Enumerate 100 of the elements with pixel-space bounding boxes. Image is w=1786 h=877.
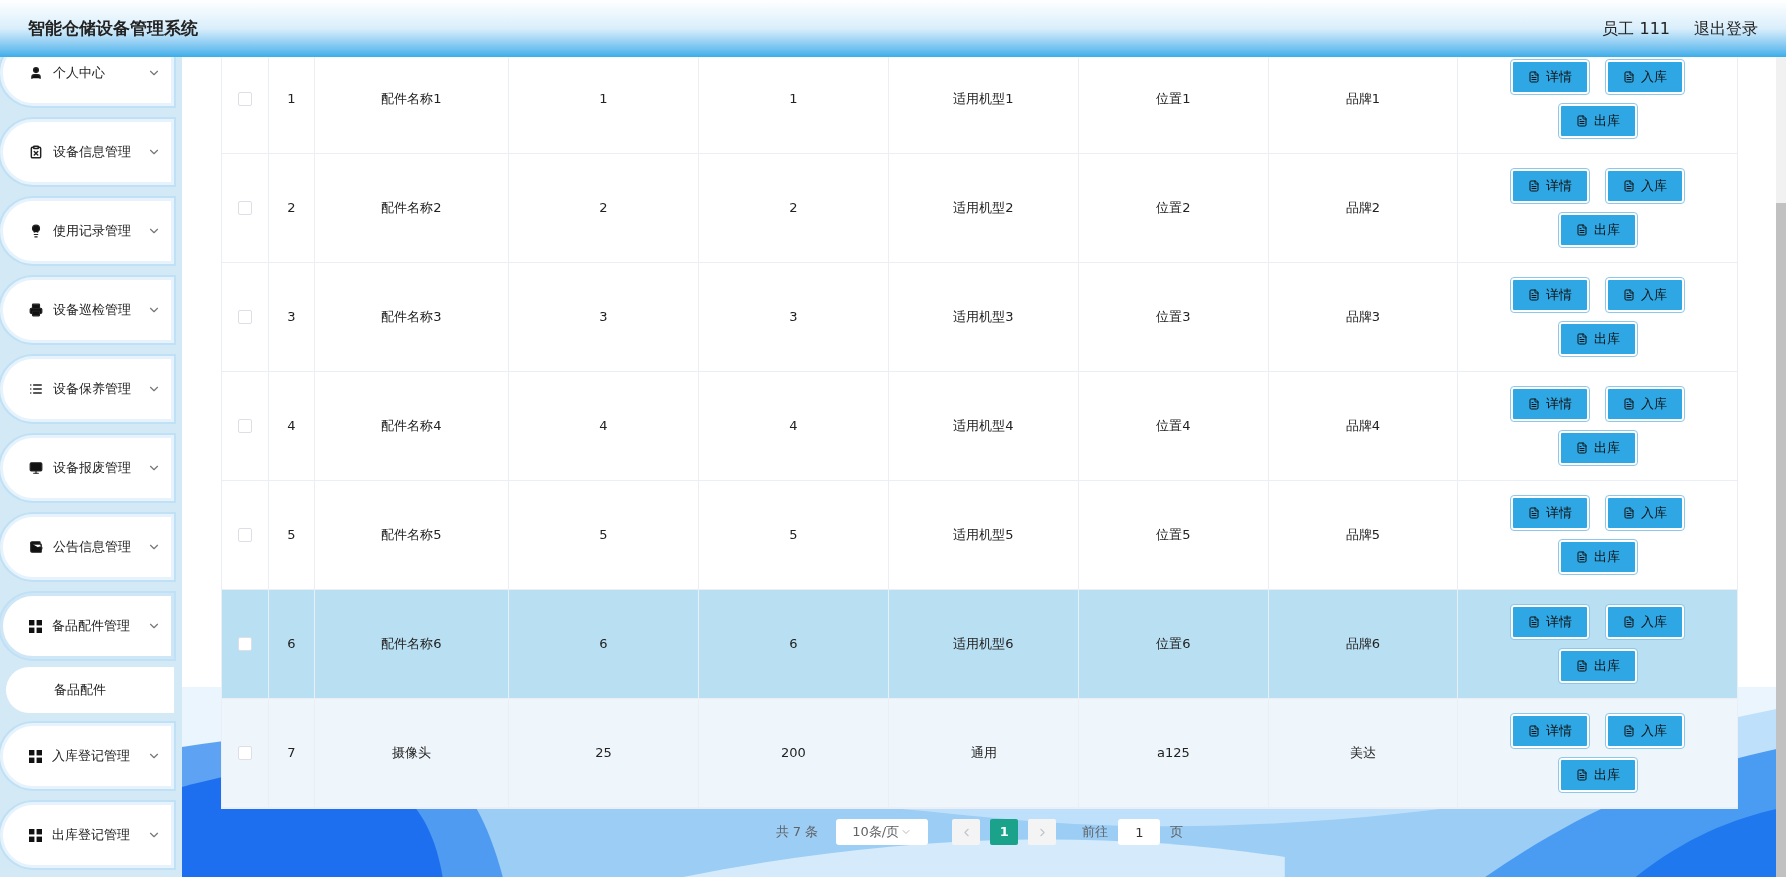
document-icon <box>1575 769 1588 781</box>
row-checkbox[interactable] <box>238 310 252 324</box>
menu-item[interactable]: 入库登记管理 <box>0 723 174 789</box>
action-button[interactable]: 详情 <box>1511 60 1589 94</box>
document-icon <box>1575 660 1588 672</box>
action-button[interactable]: 详情 <box>1511 605 1589 639</box>
document-icon <box>1575 224 1588 236</box>
document-icon <box>1623 289 1635 301</box>
table-cell-text: 品牌4 <box>1345 417 1381 436</box>
table-cell-text: 5 <box>599 526 608 545</box>
menu-item[interactable]: 设备报废管理 <box>0 435 174 501</box>
user-name: 员工 111 <box>1602 17 1670 40</box>
action-button[interactable]: 详情 <box>1511 387 1589 421</box>
row-checkbox[interactable] <box>238 92 252 106</box>
menu-item[interactable]: 设备保养管理 <box>0 356 174 422</box>
action-button[interactable]: 入库 <box>1606 387 1684 421</box>
menu-item[interactable]: 公告信息管理 <box>0 514 174 580</box>
row-checkbox[interactable] <box>238 528 252 542</box>
action-button[interactable]: 详情 <box>1511 278 1589 312</box>
table-cell-text: 3 <box>287 308 296 327</box>
action-button[interactable]: 入库 <box>1606 496 1684 530</box>
row-checkbox[interactable] <box>238 637 252 651</box>
row-checkbox[interactable] <box>238 419 252 433</box>
table-row[interactable]: 7 摄像头 25 200 通用 a125 美达 详情 入库 出库 <box>222 699 1737 808</box>
submenu-item[interactable]: 备品配件 <box>6 667 174 713</box>
menu-item[interactable]: 设备巡检管理 <box>0 277 174 343</box>
action-button[interactable]: 出库 <box>1558 213 1637 247</box>
goto-page-field[interactable]: 1 <box>1118 819 1161 845</box>
document-icon <box>1623 725 1635 737</box>
table-cell-text: 摄像头 <box>392 744 431 763</box>
row-checkbox[interactable] <box>238 201 252 215</box>
table-cell-text: 4 <box>789 417 798 436</box>
document-icon <box>1623 616 1635 628</box>
action-button[interactable]: 出库 <box>1558 431 1637 465</box>
person-icon <box>29 66 43 80</box>
table-cell-text: 2 <box>287 199 296 218</box>
table-cell-text: 3 <box>599 308 608 327</box>
table-row[interactable]: 5 配件名称5 5 5 适用机型5 位置5 品牌5 详情 入库 出库 <box>222 481 1737 590</box>
menu-item[interactable]: 设备信息管理 <box>0 119 174 185</box>
logout-link[interactable]: 退出登录 <box>1694 16 1758 41</box>
goto-suffix: 页 <box>1170 823 1184 842</box>
table-cell-text: 配件名称1 <box>381 90 442 109</box>
table-row[interactable]: 4 配件名称4 4 4 适用机型4 位置4 品牌4 详情 入库 出库 <box>222 372 1737 481</box>
scrollbar-thumb[interactable] <box>1776 203 1786 877</box>
table-cell-text: 2 <box>789 199 798 218</box>
wallet-icon <box>29 540 43 554</box>
table-row[interactable]: 2 配件名称2 2 2 适用机型2 位置2 品牌2 详情 入库 出库 <box>222 154 1737 263</box>
clipboard-icon <box>29 145 43 159</box>
action-button[interactable]: 入库 <box>1606 605 1684 639</box>
total-count: 共 7 条 <box>775 823 819 842</box>
document-icon <box>1575 333 1588 345</box>
table-cell-text: 位置1 <box>1156 90 1191 109</box>
action-button[interactable]: 入库 <box>1606 60 1684 94</box>
table-row[interactable]: 1 配件名称1 1 1 适用机型1 位置1 品牌1 详情 入库 出库 <box>222 57 1737 154</box>
action-button[interactable]: 入库 <box>1606 169 1684 203</box>
grid-icon <box>29 828 42 842</box>
action-button[interactable]: 入库 <box>1606 714 1684 748</box>
document-icon <box>1623 507 1635 519</box>
action-button[interactable]: 详情 <box>1511 496 1589 530</box>
table-cell-text: 配件名称2 <box>381 199 442 218</box>
table-cell-text: 1 <box>599 90 608 109</box>
page-size-select[interactable]: 10条/页 <box>836 819 929 845</box>
table-cell-text: 200 <box>781 744 806 763</box>
table-cell-text: 5 <box>789 526 798 545</box>
grid-icon <box>29 619 42 633</box>
table-cell-text: 3 <box>789 308 798 327</box>
table-row[interactable]: 6 配件名称6 6 6 适用机型6 位置6 品牌6 详情 入库 出库 <box>222 590 1737 699</box>
action-button[interactable]: 详情 <box>1511 714 1589 748</box>
table-cell-text: 5 <box>287 526 296 545</box>
action-button[interactable]: 入库 <box>1606 278 1684 312</box>
document-icon <box>1528 507 1540 519</box>
document-icon <box>1623 398 1635 410</box>
app-title: 智能仓储设备管理系统 <box>28 16 198 40</box>
row-checkbox[interactable] <box>238 746 252 760</box>
table-cell-text: 6 <box>287 635 296 654</box>
next-page-button[interactable] <box>1028 819 1057 845</box>
document-icon <box>1575 551 1588 563</box>
table-cell-text: 配件名称4 <box>381 417 442 436</box>
prev-page-button[interactable] <box>952 819 981 845</box>
action-button[interactable]: 出库 <box>1558 104 1637 138</box>
menu-item[interactable]: 个人中心 <box>0 57 174 106</box>
action-button[interactable]: 出库 <box>1558 322 1637 356</box>
table-cell-text: 配件名称3 <box>381 308 442 327</box>
menu-item[interactable]: 备品配件管理 <box>0 593 174 659</box>
table-cell-text: 配件名称6 <box>381 635 442 654</box>
table-cell-text: 位置2 <box>1156 199 1191 218</box>
list-icon <box>29 382 43 396</box>
menu-item[interactable]: 使用记录管理 <box>0 198 174 264</box>
action-button[interactable]: 详情 <box>1511 169 1589 203</box>
table-cell-text: 位置3 <box>1156 308 1191 327</box>
printer-icon <box>29 303 43 317</box>
menu-item[interactable]: 出库登记管理 <box>0 802 174 868</box>
action-button[interactable]: 出库 <box>1558 758 1637 792</box>
monitor-icon <box>29 461 43 475</box>
table-cell-text: 4 <box>599 417 608 436</box>
action-button[interactable]: 出库 <box>1558 649 1637 683</box>
table-cell-text: 美达 <box>1350 744 1376 763</box>
action-button[interactable]: 出库 <box>1558 540 1637 574</box>
table-row[interactable]: 3 配件名称3 3 3 适用机型3 位置3 品牌3 详情 入库 出库 <box>222 263 1737 372</box>
goto-label: 前往 <box>1082 823 1109 842</box>
